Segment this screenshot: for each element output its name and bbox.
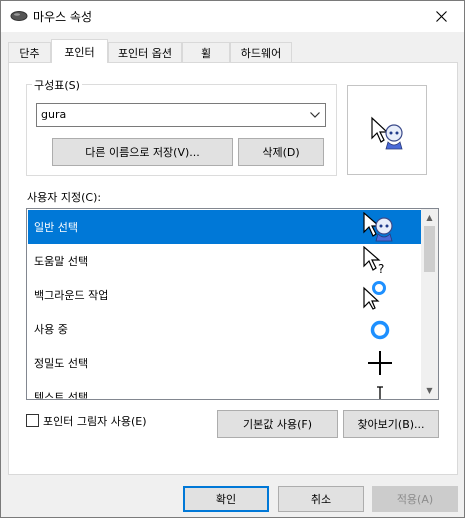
scroll-down-icon[interactable]: ▼ xyxy=(421,382,438,399)
help-select-cursor-icon: ? xyxy=(363,246,384,276)
list-scrollbar[interactable]: ▲ ▼ xyxy=(421,209,438,399)
tab-buttons[interactable]: 단추 xyxy=(8,42,51,63)
delete-button[interactable]: 삭제(D) xyxy=(238,138,324,166)
preview-cursor-icon xyxy=(371,116,403,150)
tab-label: 포인터 xyxy=(64,45,95,59)
mouse-icon xyxy=(10,11,28,21)
cancel-button[interactable]: 취소 xyxy=(278,486,364,512)
delete-label: 삭제(D) xyxy=(262,146,300,159)
chevron-down-icon xyxy=(309,104,321,126)
tab-label: 휠 xyxy=(200,47,212,60)
list-item[interactable]: 사용 중 xyxy=(28,312,422,346)
normal-select-cursor-icon xyxy=(363,212,393,242)
busy-cursor-icon xyxy=(370,320,390,340)
close-icon xyxy=(435,11,447,22)
scheme-group-label: 구성표(S) xyxy=(32,77,82,93)
list-item[interactable]: 백그라운드 작업 xyxy=(28,278,422,312)
ok-button[interactable]: 확인 xyxy=(183,486,269,512)
title-bar: 마우스 속성 xyxy=(1,1,464,32)
ok-label: 확인 xyxy=(215,493,237,506)
list-item-label: 백그라운드 작업 xyxy=(34,289,109,302)
close-button[interactable] xyxy=(418,1,464,32)
tab-label: 단추 xyxy=(19,47,40,60)
browse-button[interactable]: 찾아보기(B)... xyxy=(343,410,439,438)
cancel-label: 취소 xyxy=(310,493,332,506)
scroll-thumb[interactable] xyxy=(424,226,435,272)
list-item-label: 도움말 선택 xyxy=(34,255,89,268)
scheme-selected-value: gura xyxy=(41,108,67,121)
list-item[interactable]: 일반 선택 xyxy=(28,210,422,244)
list-item-label: 텍스트 선택 xyxy=(34,391,89,400)
use-default-label: 기본값 사용(F) xyxy=(242,418,312,431)
scheme-select[interactable]: gura xyxy=(36,103,326,127)
customize-label: 사용자 지정(C): xyxy=(27,191,102,204)
cursor-preview xyxy=(347,85,427,175)
pointer-shadow-label[interactable]: 포인터 그림자 사용(E) xyxy=(43,413,147,429)
apply-button[interactable]: 적용(A) xyxy=(372,486,458,512)
pointer-shadow-checkbox[interactable] xyxy=(26,414,39,427)
precision-select-cursor-icon xyxy=(368,351,392,375)
save-as-label: 다른 이름으로 저장(V)... xyxy=(85,146,200,159)
apply-label: 적용(A) xyxy=(396,493,434,506)
save-as-button[interactable]: 다른 이름으로 저장(V)... xyxy=(52,138,233,166)
list-item[interactable]: 텍스트 선택 xyxy=(28,380,422,400)
list-item-label: 정밀도 선택 xyxy=(34,357,89,370)
tab-label: 포인터 옵션 xyxy=(117,47,173,60)
scroll-up-icon[interactable]: ▲ xyxy=(421,209,438,226)
list-item[interactable]: 도움말 선택 ? xyxy=(28,244,422,278)
use-default-button[interactable]: 기본값 사용(F) xyxy=(217,410,338,438)
tab-label: 하드웨어 xyxy=(240,47,282,60)
list-item[interactable]: 정밀도 선택 xyxy=(28,346,422,380)
svg-text:?: ? xyxy=(378,262,384,276)
window-title: 마우스 속성 xyxy=(33,10,93,24)
mouse-properties-dialog: 마우스 속성 단추 포인터 포인터 옵션 휠 하드웨어 구성표(S) gura … xyxy=(0,0,465,518)
tab-hardware[interactable]: 하드웨어 xyxy=(230,42,292,63)
list-item-label: 사용 중 xyxy=(34,323,68,336)
browse-label: 찾아보기(B)... xyxy=(357,418,425,431)
text-select-cursor-icon xyxy=(377,386,383,399)
cursor-list: 일반 선택 도움말 선택 ? 백그라운드 작업 사용 중 정밀도 선택 텍스트 … xyxy=(26,208,439,400)
working-in-background-cursor-icon xyxy=(363,281,386,310)
tab-pointer-options[interactable]: 포인터 옵션 xyxy=(108,42,182,63)
list-item-label: 일반 선택 xyxy=(34,221,78,234)
tab-wheel[interactable]: 휠 xyxy=(182,42,230,63)
tab-pointers[interactable]: 포인터 xyxy=(51,39,108,63)
